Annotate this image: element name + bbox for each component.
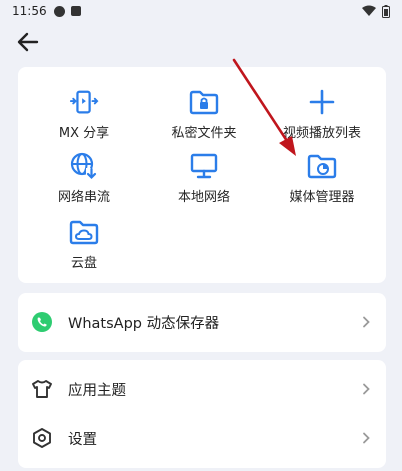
hexagon-settings-icon (30, 426, 54, 450)
wifi-icon (362, 5, 376, 16)
status-time: 11:56 (12, 4, 47, 18)
media-manager-icon (307, 151, 337, 181)
grid-item-label: 媒体管理器 (289, 190, 355, 205)
plus-icon (307, 87, 337, 117)
app-theme-row[interactable]: 应用主题 (18, 364, 386, 414)
row-label: 应用主题 (68, 382, 126, 399)
tshirt-icon (30, 377, 54, 401)
row-label: WhatsApp 动态保存器 (68, 315, 220, 332)
grid-item-label: 本地网络 (177, 190, 230, 205)
grid-item-label: 视频播放列表 (282, 126, 361, 141)
whatsapp-card: WhatsApp 动态保存器 (18, 293, 386, 352)
settings-row[interactable]: 设置 (18, 413, 386, 463)
grid-item-local-network[interactable]: 本地网络 (144, 151, 264, 211)
status-right (362, 4, 390, 18)
grid-item-label: 云盘 (70, 256, 97, 271)
grid-item-private-folder[interactable]: 私密文件夹 (144, 87, 264, 147)
play-notification-icon (53, 5, 65, 17)
monitor-icon (189, 151, 219, 181)
cloud-folder-icon (69, 217, 99, 247)
grid-item-cloud-drive[interactable]: 云盘 (24, 217, 144, 277)
status-bar: 11:56 (0, 0, 402, 22)
row-label: 设置 (68, 431, 97, 448)
features-grid-card: MX 分享 私密文件夹 视频播放列表 网络串流 本地网络 媒体管理器 云盘 (18, 67, 386, 283)
whatsapp-status-saver-row[interactable]: WhatsApp 动态保存器 (18, 297, 386, 347)
grid-item-label: 网络串流 (57, 190, 110, 205)
grid-item-media-manager[interactable]: 媒体管理器 (262, 151, 382, 211)
grid-item-label: 私密文件夹 (171, 126, 237, 141)
grid-item-video-playlist[interactable]: 视频播放列表 (262, 87, 382, 147)
whatsapp-icon (30, 310, 54, 334)
grid-item-network-stream[interactable]: 网络串流 (24, 151, 144, 211)
chevron-right-icon (362, 315, 374, 329)
mx-share-icon (69, 87, 99, 117)
chevron-right-icon (362, 382, 374, 396)
battery-icon (382, 4, 390, 18)
settings-card: 应用主题 设置 (18, 360, 386, 468)
private-folder-icon (189, 87, 219, 117)
app-notification-icon (70, 6, 81, 16)
network-stream-icon (69, 151, 99, 181)
grid-item-label: MX 分享 (58, 126, 110, 141)
chevron-right-icon (362, 431, 374, 445)
back-button[interactable] (14, 30, 42, 54)
back-arrow-icon (17, 32, 39, 52)
grid-item-mx-share[interactable]: MX 分享 (24, 87, 144, 147)
